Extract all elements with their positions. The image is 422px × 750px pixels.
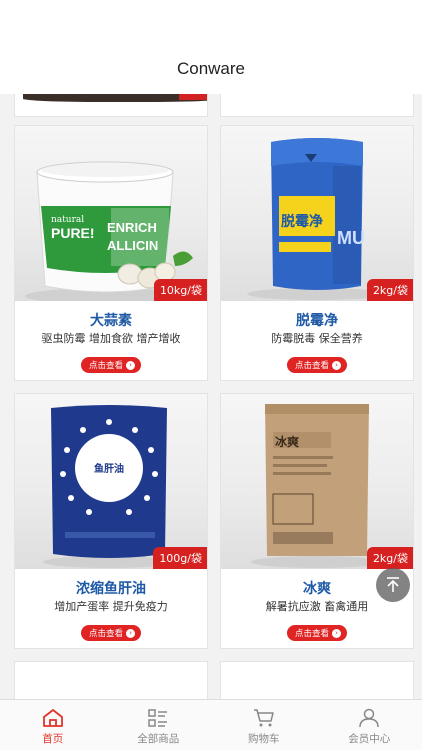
previous-product-card[interactable] [14, 94, 208, 117]
bottom-tab-bar: 首页 全部商品 购物车 会员中心 [0, 699, 422, 750]
label-text: PURE! [51, 225, 95, 241]
product-card[interactable]: natural PURE! ENRICH ALLICIN 10kg/袋 大蒜素 … [14, 125, 208, 381]
product-image: natural PURE! ENRICH ALLICIN 10kg/袋 [15, 126, 207, 301]
tab-label: 购物车 [248, 733, 280, 745]
chevron-right-icon: › [126, 360, 136, 370]
view-details-label: 点击查看 [88, 629, 124, 639]
view-details-button[interactable]: 点击查看 › [286, 357, 348, 373]
label-text: ENRICH [107, 220, 157, 235]
view-details-label: 点击查看 [294, 361, 330, 371]
tab-cart[interactable]: 购物车 [211, 700, 317, 750]
product-description: 防霉脱毒 保全营养 [271, 332, 363, 345]
product-card[interactable]: 脱霉净 MU 2kg/袋 脱霉净 防霉脱毒 保全营养 点击查看 › [220, 125, 414, 381]
nav-bar: Conware [0, 44, 422, 94]
product-name: 脱霉净 [296, 313, 338, 329]
product-description: 增加产蛋率 提升免疫力 [54, 600, 168, 613]
product-description: 驱虫防霉 增加食欲 增产增收 [41, 332, 181, 345]
tab-member-center[interactable]: 会员中心 [317, 700, 422, 750]
weight-tag: 2kg/袋 [366, 547, 413, 569]
view-details-button[interactable]: 点击查看 › [286, 625, 348, 641]
cart-icon [253, 709, 274, 727]
tab-label: 首页 [42, 733, 64, 745]
view-details-button[interactable]: 点击查看 › [80, 625, 142, 641]
product-image: 脱霉净 MU 2kg/袋 [221, 126, 413, 301]
next-product-card[interactable] [14, 661, 208, 699]
next-product-card[interactable] [220, 661, 414, 699]
product-card[interactable]: 鱼肝油 100g/袋 浓缩鱼肝油 增加产蛋率 提升免疫力 点击查看 › [14, 393, 208, 649]
weight-tag: 100g/袋 [153, 547, 207, 569]
product-description: 解暑抗应激 畜禽通用 [265, 600, 369, 613]
list-icon [148, 709, 168, 727]
scroll-to-top-button[interactable] [376, 568, 410, 602]
product-image: 鱼肝油 100g/袋 [15, 394, 207, 569]
product-name: 浓缩鱼肝油 [76, 581, 146, 597]
label-text: natural [51, 215, 84, 225]
arrow-up-icon [387, 577, 399, 592]
weight-tag-fragment [179, 94, 207, 100]
product-image: 冰爽 2kg/袋 [221, 394, 413, 569]
previous-product-card[interactable] [220, 94, 414, 117]
tab-all-products[interactable]: 全部商品 [106, 700, 212, 750]
view-details-button[interactable]: 点击查看 › [80, 357, 142, 373]
tab-home[interactable]: 首页 [0, 700, 106, 750]
weight-tag: 10kg/袋 [153, 279, 207, 301]
weight-tag: 2kg/袋 [366, 279, 413, 301]
tab-label: 会员中心 [348, 733, 391, 745]
product-name: 大蒜素 [90, 313, 132, 329]
label-text: MU [337, 228, 365, 248]
label-text: 脱霉净 [281, 213, 323, 230]
label-text: ALLICIN [107, 238, 158, 253]
product-card[interactable]: 冰爽 2kg/袋 冰爽 解暑抗应激 畜禽通用 点击查看 › [220, 393, 414, 649]
label-text: 冰爽 [275, 434, 299, 449]
label-text: 鱼肝油 [94, 462, 124, 475]
home-icon [42, 709, 63, 727]
product-grid[interactable]: natural PURE! ENRICH ALLICIN 10kg/袋 大蒜素 … [0, 94, 422, 699]
chevron-right-icon: › [332, 628, 342, 638]
tab-label: 全部商品 [137, 733, 180, 745]
view-details-label: 点击查看 [294, 629, 330, 639]
chevron-right-icon: › [332, 360, 342, 370]
view-details-label: 点击查看 [88, 361, 124, 371]
chevron-right-icon: › [126, 628, 136, 638]
user-icon [359, 708, 379, 728]
page-title: Conware [176, 59, 246, 78]
status-bar [0, 0, 422, 44]
